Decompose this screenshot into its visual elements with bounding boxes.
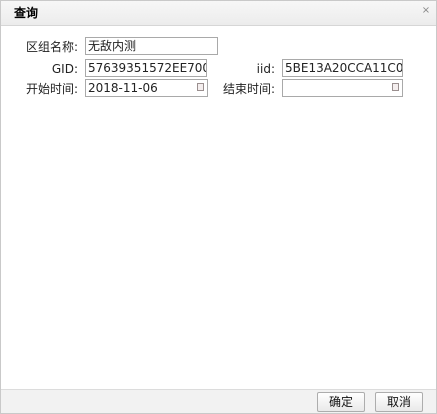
dialog-footer: 确定 取消 [1, 389, 436, 413]
group-name-label: 区组名称: [25, 40, 78, 54]
start-time-field[interactable]: 2018-11-06 [85, 79, 208, 97]
cancel-button[interactable]: 取消 [375, 392, 423, 412]
dialog-title: 查询 [14, 6, 39, 20]
dialog-titlebar[interactable]: 查询 × [1, 1, 436, 26]
end-time-label: 结束时间: [222, 82, 275, 96]
gid-field[interactable]: 57639351572EE7000 [85, 59, 207, 77]
end-time-field[interactable] [282, 79, 403, 97]
query-dialog: 查询 × 区组名称: 无敌内测 GID: 57639351572EE7000 i… [0, 0, 437, 414]
group-name-field[interactable]: 无敌内测 [85, 37, 218, 55]
iid-field[interactable]: 5BE13A20CCA11C00 [282, 59, 403, 77]
gid-label: GID: [51, 62, 78, 76]
calendar-icon[interactable] [392, 83, 399, 91]
close-icon[interactable]: × [420, 5, 432, 17]
iid-label: iid: [256, 62, 275, 76]
start-time-label: 开始时间: [25, 82, 78, 96]
confirm-button[interactable]: 确定 [317, 392, 365, 412]
calendar-icon[interactable] [197, 83, 204, 91]
start-time-value: 2018-11-06 [88, 81, 158, 95]
